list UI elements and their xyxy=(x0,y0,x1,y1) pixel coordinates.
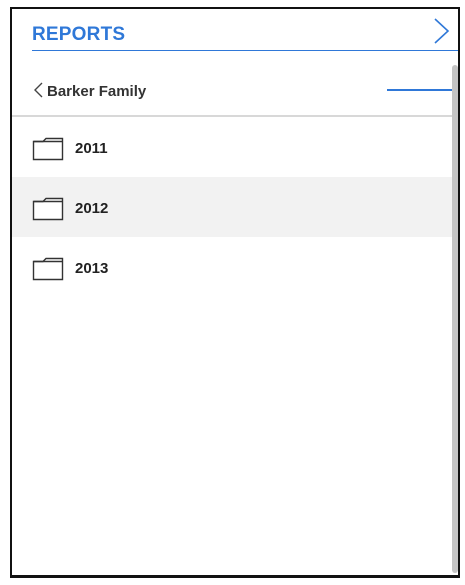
folder-list: 2011 2012 2013 xyxy=(12,117,452,297)
folder-item-2012[interactable]: 2012 xyxy=(12,177,452,237)
folder-label: 2011 xyxy=(75,140,108,157)
header-underline xyxy=(32,50,458,51)
folder-icon xyxy=(32,197,64,221)
chevron-left-icon xyxy=(34,82,43,98)
callout-line xyxy=(387,89,458,91)
folder-label: 2013 xyxy=(75,260,109,277)
reports-panel: REPORTS Barker Family 2011 2012 2013 xyxy=(10,7,460,578)
folder-item-2013[interactable]: 2013 xyxy=(12,237,452,297)
page-title: REPORTS xyxy=(32,24,126,45)
folder-item-2011[interactable]: 2011 xyxy=(12,117,452,177)
chevron-right-icon[interactable] xyxy=(426,15,454,47)
folder-icon xyxy=(32,257,64,281)
folder-icon xyxy=(32,137,64,161)
scrollbar[interactable] xyxy=(452,65,458,573)
breadcrumb-label: Barker Family xyxy=(47,83,147,100)
panel-header: REPORTS xyxy=(12,9,458,57)
folder-label: 2012 xyxy=(75,200,109,217)
